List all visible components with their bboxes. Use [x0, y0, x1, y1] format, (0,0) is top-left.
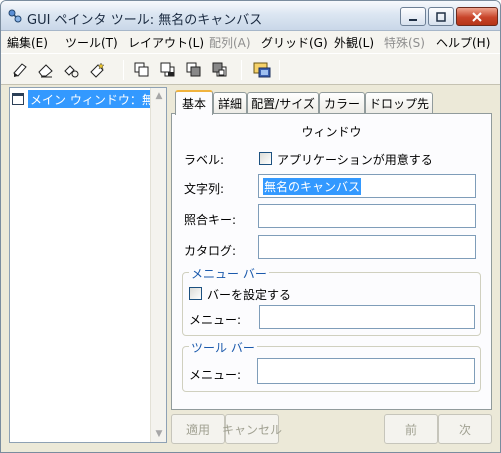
set-menubar-checkbox[interactable] — [189, 287, 202, 300]
tab-drop-target[interactable]: ドロップ先 — [365, 92, 433, 114]
next-button[interactable]: 次 — [438, 414, 492, 444]
preview-icon — [253, 62, 271, 78]
string-input[interactable]: 無名のキャンバス — [258, 174, 476, 198]
move-backward-icon — [212, 62, 227, 77]
title-bar[interactable]: GUI ペインタ ツール: 無名のキャンバス — [1, 1, 500, 31]
send-back-button[interactable] — [157, 59, 179, 81]
move-forward-button[interactable] — [183, 59, 205, 81]
toolbar-separator — [241, 60, 242, 80]
ref-key-label: 照合キー: — [184, 213, 237, 227]
menu-arrange[interactable]: 配列(A) — [209, 34, 251, 51]
pointer-tool-icon — [13, 63, 27, 77]
window-title: GUI ペインタ ツール: 無名のキャンバス — [27, 13, 263, 28]
menu-grid[interactable]: グリッド(G) — [261, 34, 328, 51]
move-backward-button[interactable] — [209, 59, 231, 81]
tab-details[interactable]: 詳細 — [213, 92, 247, 114]
menu-bar: 編集(E) ツール(T) レイアウト(L) 配列(A) グリッド(G) 外観(L… — [1, 31, 500, 53]
toolbar — [1, 53, 500, 85]
minimize-button[interactable] — [400, 7, 426, 26]
tree-item-label: メイン ウィンドウ：無 — [28, 90, 150, 108]
app-default-checkbox-label: アプリケーションが用意する — [277, 153, 433, 167]
eraser-tool-icon — [38, 64, 53, 78]
menubar-menu-label: メニュー: — [189, 313, 242, 327]
tree-scrollbar[interactable]: ▲ ▼ — [150, 88, 166, 442]
catalog-input[interactable] — [258, 235, 476, 259]
toolbar-separator — [279, 60, 280, 80]
toolbar-menu-input[interactable] — [257, 358, 475, 384]
eraser-tool-button[interactable] — [35, 59, 57, 81]
menu-special[interactable]: 特殊(S) — [384, 34, 425, 51]
menu-help[interactable]: ヘルプ(H) — [436, 34, 490, 51]
window-icon — [12, 93, 24, 105]
menubar-group-title: メニュー バー — [189, 265, 269, 282]
magic-select-icon — [90, 62, 105, 78]
close-icon — [472, 11, 482, 22]
panel-heading: ウィンドウ — [301, 125, 362, 139]
toolbar-group-title: ツール バー — [189, 339, 257, 356]
bring-front-icon — [134, 62, 149, 77]
ref-key-input[interactable] — [258, 204, 476, 228]
toolbar-separator — [123, 60, 124, 80]
tab-position-size[interactable]: 配置/サイズ — [247, 92, 319, 114]
main-window: GUI ペインタ ツール: 無名のキャンバス 編集(E) ツール(T) レイアウ… — [0, 0, 501, 453]
menu-edit[interactable]: 編集(E) — [7, 34, 48, 51]
close-button[interactable] — [456, 7, 498, 26]
string-input-value: 無名のキャンバス — [263, 177, 362, 195]
properties-panel: ウィンドウ ラベル: アプリケーションが用意する 文字列: 無名のキャンバス 照… — [171, 113, 492, 410]
group-select-icon — [64, 65, 79, 78]
menu-layout[interactable]: レイアウト(L) — [128, 34, 204, 51]
label-label: ラベル: — [184, 153, 225, 167]
app-icon — [8, 9, 22, 23]
minimize-icon — [409, 18, 417, 21]
set-menubar-checkbox-label: バーを設定する — [207, 288, 292, 302]
catalog-label: カタログ: — [184, 244, 237, 258]
toolbar-group: ツール バー メニュー: — [182, 339, 481, 392]
maximize-button[interactable] — [428, 7, 454, 26]
menu-tools[interactable]: ツール(T) — [65, 34, 118, 51]
bring-front-button[interactable] — [131, 59, 153, 81]
pointer-tool-button[interactable] — [9, 59, 31, 81]
apply-button[interactable]: 適用 — [171, 414, 225, 444]
group-select-button[interactable] — [61, 59, 83, 81]
move-forward-icon — [186, 62, 201, 77]
menubar-menu-input[interactable] — [259, 305, 475, 329]
magic-select-button[interactable] — [87, 59, 109, 81]
scroll-up-icon[interactable]: ▲ — [154, 91, 164, 101]
app-default-checkbox[interactable] — [259, 152, 272, 165]
tab-color[interactable]: カラー — [319, 92, 365, 114]
object-tree[interactable]: メイン ウィンドウ：無 ▲ ▼ — [9, 87, 167, 443]
string-label: 文字列: — [184, 182, 225, 196]
send-back-icon — [160, 62, 175, 77]
prev-button[interactable]: 前 — [384, 414, 438, 444]
tab-basic[interactable]: 基本 — [175, 90, 213, 115]
scroll-down-icon[interactable]: ▼ — [154, 429, 164, 439]
cancel-button[interactable]: キャンセル — [222, 414, 282, 444]
toolbar-menu-label: メニュー: — [189, 368, 242, 382]
tree-item-main-window[interactable]: メイン ウィンドウ：無 — [12, 90, 150, 108]
maximize-icon — [436, 11, 446, 22]
menu-appearance[interactable]: 外観(L) — [334, 34, 374, 51]
menubar-group: メニュー バー バーを設定する メニュー: — [182, 265, 481, 336]
preview-button[interactable] — [251, 59, 273, 81]
